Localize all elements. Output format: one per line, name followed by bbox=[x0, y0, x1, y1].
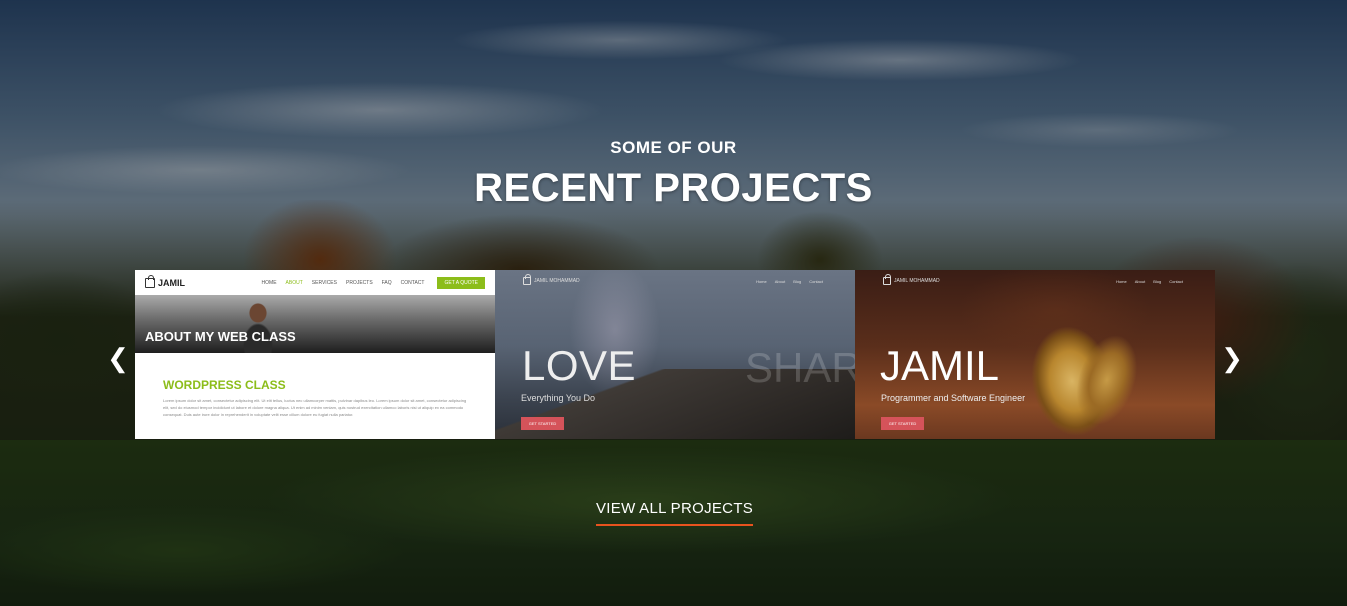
chevron-right-icon: ❯ bbox=[1221, 343, 1243, 373]
logo-text: JAMIL bbox=[158, 277, 185, 288]
hero-title: ABOUT MY WEB CLASS bbox=[145, 329, 296, 344]
menu-item: Blog bbox=[1153, 278, 1162, 284]
slide-menu: Home About Blog Contact bbox=[1116, 279, 1183, 284]
person-photo bbox=[243, 301, 273, 353]
menu-item: PROJECTS bbox=[345, 279, 373, 286]
slide-hero: ABOUT MY WEB CLASS bbox=[135, 295, 495, 353]
projects-carousel: JAMIL HOME ABOUT SERVICES PROJECTS FAQ C… bbox=[135, 270, 1215, 439]
carousel-prev-button[interactable]: ❮ bbox=[106, 344, 130, 372]
logo-text: JAMIL MOHAMMAD bbox=[534, 278, 580, 284]
menu-item: About bbox=[774, 278, 786, 284]
slide-subtitle: Programmer and Software Engineer bbox=[881, 393, 1026, 403]
carousel-next-button[interactable]: ❯ bbox=[1220, 344, 1244, 372]
menu-item: FAQ bbox=[381, 279, 392, 286]
menu-item: Home bbox=[1116, 278, 1127, 284]
project-slide-jamil[interactable]: JAMIL MOHAMMAD Home About Blog Contact J… bbox=[855, 270, 1215, 439]
shopping-bag-icon bbox=[883, 274, 891, 285]
project-slide-love[interactable]: JAMIL MOHAMMAD Home About Blog Contact L… bbox=[495, 270, 855, 439]
slide-subtitle: Everything You Do bbox=[521, 393, 596, 403]
menu-item: Contact bbox=[809, 278, 823, 284]
quote-button: GET A QUOTE bbox=[437, 276, 485, 289]
slide-logo: JAMIL MOHAMMAD bbox=[523, 274, 580, 285]
body-paragraph: Lorem ipsum dolor sit amet, consectetur … bbox=[163, 398, 467, 417]
slide-navbar: JAMIL MOHAMMAD Home About Blog Contact bbox=[883, 274, 1183, 285]
section-heading: WORDPRESS CLASS bbox=[163, 378, 286, 392]
menu-item: Home bbox=[756, 278, 767, 284]
slide-logo: JAMIL bbox=[145, 274, 185, 288]
slide-headline: LOVE bbox=[522, 342, 637, 389]
menu-item: About bbox=[1134, 278, 1146, 284]
slide-navbar: JAMIL MOHAMMAD Home About Blog Contact bbox=[523, 274, 823, 285]
slide-menu: Home About Blog Contact bbox=[756, 279, 823, 284]
menu-item: ABOUT bbox=[285, 279, 303, 286]
chevron-left-icon: ❮ bbox=[107, 343, 129, 373]
shopping-bag-icon bbox=[145, 274, 155, 288]
logo-text: JAMIL MOHAMMAD bbox=[894, 278, 940, 284]
slide-body: WORDPRESS CLASS Lorem ipsum dolor sit am… bbox=[135, 353, 495, 418]
menu-item: Contact bbox=[1169, 278, 1183, 284]
slide-headline: JAMIL bbox=[880, 342, 1000, 389]
slide-navbar: JAMIL HOME ABOUT SERVICES PROJECTS FAQ C… bbox=[135, 270, 495, 295]
get-started-button: GET STARTED bbox=[881, 417, 924, 430]
slide-menu: HOME ABOUT SERVICES PROJECTS FAQ CONTACT… bbox=[261, 276, 485, 289]
section-kicker: SOME OF OUR bbox=[610, 138, 737, 157]
view-all-projects-link[interactable]: VIEW ALL PROJECTS bbox=[596, 500, 754, 526]
menu-item: CONTACT bbox=[400, 279, 425, 286]
menu-item: HOME bbox=[261, 279, 277, 286]
section-title: RECENT PROJECTS bbox=[474, 166, 873, 210]
shopping-bag-icon bbox=[523, 274, 531, 285]
menu-item: SERVICES bbox=[311, 279, 337, 286]
slide-ghost-text: SHAR bbox=[745, 344, 855, 391]
project-slide-web-class[interactable]: JAMIL HOME ABOUT SERVICES PROJECTS FAQ C… bbox=[135, 270, 495, 439]
get-started-button: GET STARTED bbox=[521, 417, 564, 430]
menu-item: Blog bbox=[793, 278, 802, 284]
slide-logo: JAMIL MOHAMMAD bbox=[883, 274, 940, 285]
